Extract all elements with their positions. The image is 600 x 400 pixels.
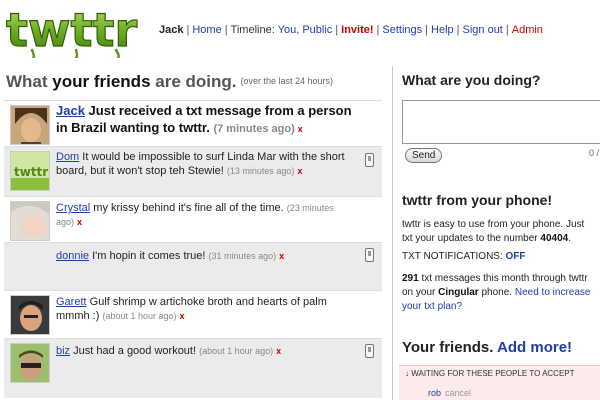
avatar-jack[interactable] xyxy=(10,105,50,145)
update-author-link[interactable]: Dom xyxy=(56,151,79,163)
svg-text:twttr: twttr xyxy=(14,165,48,179)
txt-notifications-status: TXT NOTIFICATIONS: OFF xyxy=(402,251,526,262)
phone-section-title: twttr from your phone! xyxy=(402,192,553,208)
update-author-link[interactable]: Crystal xyxy=(56,202,90,214)
sent-from-phone-icon xyxy=(365,344,374,358)
update-list: Jack Just received a txt message from a … xyxy=(4,100,382,398)
cancel-request-link[interactable]: cancel xyxy=(445,388,471,398)
twttr-logo[interactable]: twttr xyxy=(4,2,152,60)
pending-user-link[interactable]: rob xyxy=(428,388,441,398)
status-prompt-title: What are you doing? xyxy=(402,72,541,88)
nav-sign-out-link[interactable]: Sign out xyxy=(463,24,503,36)
nav-home-link[interactable]: Home xyxy=(192,24,221,36)
update-text: Dom It would be impossible to surf Linda… xyxy=(56,151,345,178)
nav-settings-link[interactable]: Settings xyxy=(382,24,422,36)
user-photo-icon xyxy=(11,106,49,144)
send-button[interactable]: Send xyxy=(405,148,443,163)
update-timestamp[interactable]: (31 minutes ago) xyxy=(209,251,277,261)
delete-update-icon[interactable]: x xyxy=(279,251,284,261)
character-counter: 0 / xyxy=(589,148,600,158)
sent-from-phone-icon xyxy=(365,153,374,167)
update-timestamp[interactable]: (about 1 hour ago) xyxy=(199,346,273,356)
phone-instructions: twttr is easy to use from your phone. Ju… xyxy=(402,219,585,244)
update-row: Crystal my krissy behind it's fine all o… xyxy=(4,196,382,242)
update-row: donnie I'm hopin it comes true! (31 minu… xyxy=(4,242,382,290)
txt-usage-info: 291 txt messages this month through twtt… xyxy=(402,273,591,312)
nav-timeline-you-link[interactable]: You xyxy=(278,24,297,36)
sent-from-phone-icon xyxy=(365,248,374,262)
avatar-garett[interactable] xyxy=(10,295,50,335)
user-photo-icon xyxy=(11,344,49,382)
status-input[interactable] xyxy=(402,100,600,144)
update-row: biz Just had a good workout! (about 1 ho… xyxy=(4,338,382,398)
delete-update-icon[interactable]: x xyxy=(77,217,82,227)
avatar-dom[interactable]: twttr xyxy=(10,151,50,191)
timeline-heading-subtitle: (over the last 24 hours) xyxy=(240,76,334,86)
friends-timeline: What your friends are doing. (over the la… xyxy=(0,66,382,400)
update-author-link[interactable]: biz xyxy=(56,345,70,357)
avatar-biz[interactable] xyxy=(10,343,50,383)
txt-message-count: 291 xyxy=(402,273,419,284)
logo-wordmark: twttr xyxy=(6,4,137,57)
update-author-link[interactable]: donnie xyxy=(56,250,89,262)
increase-txt-plan-link[interactable]: Need to increase xyxy=(515,287,591,298)
update-text: donnie I'm hopin it comes true! (31 minu… xyxy=(56,250,285,262)
txt-notifications-toggle[interactable]: OFF xyxy=(506,251,526,262)
update-timestamp[interactable]: (7 minutes ago) xyxy=(213,123,294,135)
update-text: Crystal my krissy behind it's fine all o… xyxy=(56,202,334,228)
sidebar: What are you doing? Send 0 / twttr from … xyxy=(392,66,600,400)
top-navigation: Jack | Home | Timeline: You, Public | Invite! |… xyxy=(159,24,543,36)
friends-section-title: Your friends. Add more! xyxy=(402,339,573,356)
update-timestamp[interactable]: (13 minutes ago) xyxy=(227,166,295,176)
nav-admin-link[interactable]: Admin xyxy=(512,24,543,36)
delete-update-icon[interactable]: x xyxy=(276,346,281,356)
user-photo-icon xyxy=(11,202,49,240)
user-photo-icon xyxy=(11,296,49,334)
nav-timeline-public-link[interactable]: Public xyxy=(302,24,332,36)
sms-number: 40404 xyxy=(540,232,569,244)
pending-requests-label: ↓ WAITING FOR THESE PEOPLE TO ACCEPT xyxy=(405,369,575,378)
update-row: Jack Just received a txt message from a … xyxy=(4,100,382,146)
nav-invite-link[interactable]: Invite! xyxy=(341,24,373,36)
txt-plan-link[interactable]: your txt plan? xyxy=(402,301,462,312)
add-more-friends-link[interactable]: Add more! xyxy=(497,339,572,356)
update-row: Garett Gulf shrimp w artichoke broth and… xyxy=(4,290,382,338)
update-text: Jack Just received a txt message from a … xyxy=(56,103,352,135)
pending-request-item: rob cancel xyxy=(428,388,471,398)
current-user-name: Jack xyxy=(159,24,184,36)
nav-timeline-label: Timeline: xyxy=(230,24,275,36)
timeline-heading: What your friends are doing. (over the la… xyxy=(6,72,334,91)
update-timestamp[interactable]: (about 1 hour ago) xyxy=(102,311,176,321)
update-row: twttr Dom It would be impossible to surf… xyxy=(4,146,382,196)
twttr-mini-logo-icon: twttr xyxy=(11,152,49,190)
update-text: Garett Gulf shrimp w artichoke broth and… xyxy=(56,296,327,323)
update-author-link[interactable]: Garett xyxy=(56,296,87,308)
nav-help-link[interactable]: Help xyxy=(431,24,454,36)
delete-update-icon[interactable]: x xyxy=(180,311,185,321)
carrier-name: Cingular xyxy=(438,286,479,298)
delete-update-icon[interactable]: x xyxy=(297,166,302,176)
pending-requests-box: ↓ WAITING FOR THESE PEOPLE TO ACCEPT rob… xyxy=(399,365,600,400)
update-author-link[interactable]: Jack xyxy=(56,103,85,118)
delete-update-icon[interactable]: x xyxy=(298,124,303,134)
avatar-crystal[interactable] xyxy=(10,201,50,241)
update-text: biz Just had a good workout! (about 1 ho… xyxy=(56,345,282,357)
